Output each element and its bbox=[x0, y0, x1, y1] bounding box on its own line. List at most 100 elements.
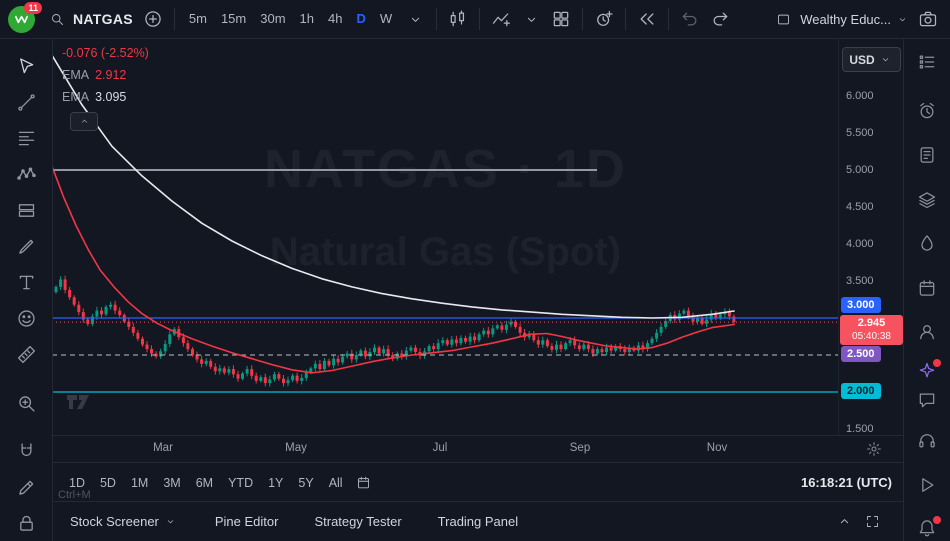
brush-tool-icon[interactable] bbox=[13, 233, 39, 259]
left-toolbar bbox=[0, 38, 53, 541]
lock-tool-icon[interactable] bbox=[13, 510, 39, 536]
compare-add-icon[interactable] bbox=[139, 5, 167, 33]
chart-area: NATGAS · 1D Natural Gas (Spot) -0.076 (-… bbox=[52, 38, 904, 541]
chart-type-icon[interactable] bbox=[444, 5, 472, 33]
panel-maximize-icon[interactable] bbox=[858, 508, 886, 536]
range-6m[interactable]: 6M bbox=[189, 471, 220, 495]
layout-chevron-icon bbox=[894, 11, 910, 27]
divider bbox=[479, 8, 480, 30]
range-5d[interactable]: 5D bbox=[93, 471, 123, 495]
time-axis[interactable]: MarMayJulSepNov bbox=[52, 435, 904, 463]
server-clock[interactable]: 16:18:21 (UTC) bbox=[801, 475, 892, 490]
watchlist-icon[interactable] bbox=[915, 50, 939, 74]
time-tick-mar: Mar bbox=[153, 442, 173, 454]
bottom-panel-tabs: Stock Screener Pine Editor Strategy Tester… bbox=[70, 514, 518, 530]
cursor-tool-icon[interactable] bbox=[13, 53, 39, 79]
divider bbox=[436, 8, 437, 30]
chart-plot[interactable]: NATGAS · 1D Natural Gas (Spot) -0.076 (-… bbox=[52, 38, 839, 435]
support-icon[interactable] bbox=[915, 429, 939, 453]
redo-icon[interactable] bbox=[706, 5, 734, 33]
price-chart[interactable] bbox=[52, 38, 839, 435]
indicator-row[interactable]: EMA3.095 bbox=[62, 90, 149, 104]
time-tick-sep: Sep bbox=[570, 442, 590, 454]
price-tick: 5.500 bbox=[846, 126, 874, 140]
time-tick-nov: Nov bbox=[707, 442, 727, 454]
tab-strategy-tester[interactable]: Strategy Tester bbox=[314, 514, 401, 529]
ai-assistant-icon[interactable] bbox=[915, 359, 939, 383]
screenshot-icon[interactable] bbox=[914, 5, 942, 33]
notification-badge: 11 bbox=[24, 2, 42, 15]
range-5y[interactable]: 5Y bbox=[291, 471, 320, 495]
create-alert-icon[interactable] bbox=[590, 5, 618, 33]
hotlists-icon[interactable] bbox=[915, 231, 939, 255]
interval-30m[interactable]: 30m bbox=[253, 6, 292, 32]
interval-1h[interactable]: 1h bbox=[293, 6, 321, 32]
divider bbox=[582, 8, 583, 30]
range-all[interactable]: All bbox=[322, 471, 350, 495]
tab-trading-panel[interactable]: Trading Panel bbox=[438, 514, 518, 529]
currency-label: USD bbox=[849, 53, 874, 67]
price-tick: 4.500 bbox=[846, 200, 874, 214]
multichart-layout-icon[interactable] bbox=[547, 5, 575, 33]
zoom-tool-icon[interactable] bbox=[13, 390, 39, 416]
currency-toggle[interactable]: USD bbox=[842, 47, 901, 72]
divider bbox=[668, 8, 669, 30]
magnet-tool-icon[interactable] bbox=[13, 438, 39, 464]
interval-W[interactable]: W bbox=[373, 6, 399, 32]
indicators-chevron-icon[interactable] bbox=[517, 5, 545, 33]
panel-expand-icon[interactable] bbox=[830, 508, 858, 536]
interval-5m[interactable]: 5m bbox=[182, 6, 214, 32]
indicator-rows: EMA2.912 EMA3.095 bbox=[62, 68, 149, 104]
range-ytd[interactable]: YTD bbox=[221, 471, 260, 495]
interval-D[interactable]: D bbox=[349, 6, 372, 32]
chat-icon[interactable] bbox=[915, 388, 939, 412]
undo-icon[interactable] bbox=[676, 5, 704, 33]
range-1m[interactable]: 1M bbox=[124, 471, 155, 495]
layout-name: Wealthy Educ... bbox=[800, 12, 891, 27]
top-toolbar: 11 NATGAS 5m15m30m1h4hDW Wealthy Educ... bbox=[0, 0, 950, 39]
app-logo[interactable]: 11 bbox=[8, 6, 35, 33]
range-1d[interactable]: 1D bbox=[62, 471, 92, 495]
indicator-row[interactable]: EMA2.912 bbox=[62, 68, 149, 82]
calendar-icon[interactable] bbox=[915, 276, 939, 300]
current-price-label: 2.94505:40:38 bbox=[840, 315, 903, 345]
alerts-icon[interactable] bbox=[915, 99, 939, 123]
symbol-name: NATGAS bbox=[73, 11, 133, 27]
axis-settings-gear-icon[interactable] bbox=[866, 441, 882, 457]
ideas-icon[interactable] bbox=[915, 320, 939, 344]
trend-line-tool-icon[interactable] bbox=[13, 89, 39, 115]
bar-replay-icon[interactable] bbox=[633, 5, 661, 33]
notifications-icon[interactable] bbox=[915, 516, 939, 540]
draw-tool-icon[interactable] bbox=[13, 474, 39, 500]
interval-15m[interactable]: 15m bbox=[214, 6, 253, 32]
tab-pine-editor[interactable]: Pine Editor bbox=[215, 514, 279, 529]
ruler-tool-icon[interactable] bbox=[13, 341, 39, 367]
tradingview-watermark-logo bbox=[66, 393, 100, 416]
symbol-search[interactable]: NATGAS bbox=[43, 5, 137, 33]
replay-play-icon[interactable] bbox=[915, 473, 939, 497]
text-tool-icon[interactable] bbox=[13, 269, 39, 295]
tab-stock-screener[interactable]: Stock Screener bbox=[70, 514, 179, 530]
emoji-tool-icon[interactable] bbox=[13, 305, 39, 331]
object-tree-icon[interactable] bbox=[915, 188, 939, 212]
interval-4h[interactable]: 4h bbox=[321, 6, 349, 32]
indicators-icon[interactable] bbox=[487, 5, 515, 33]
interval-menu-chevron-icon[interactable] bbox=[401, 5, 429, 33]
price-axis[interactable]: USD 6.0005.5005.0004.5004.0003.5001.5003… bbox=[838, 38, 904, 435]
range-1y[interactable]: 1Y bbox=[261, 471, 290, 495]
fib-retracement-tool-icon[interactable] bbox=[13, 125, 39, 151]
range-toolbar: 1D5D1M3M6MYTD1Y5YAll 16:18:21 (UTC) bbox=[52, 462, 904, 502]
legend-collapse-button[interactable] bbox=[70, 112, 98, 131]
position-tool-icon[interactable] bbox=[13, 197, 39, 223]
alert-dot bbox=[931, 514, 943, 526]
go-to-date-icon[interactable] bbox=[350, 469, 378, 497]
layout-menu[interactable]: Wealthy Educ... bbox=[769, 5, 910, 33]
price-tick: 5.000 bbox=[846, 163, 874, 177]
price-label-2500: 2.500 bbox=[841, 346, 881, 362]
currency-chevron-icon bbox=[878, 52, 894, 68]
bottom-panel-bar: Stock Screener Pine Editor Strategy Tester… bbox=[52, 501, 904, 541]
data-window-icon[interactable] bbox=[915, 143, 939, 167]
range-3m[interactable]: 3M bbox=[156, 471, 187, 495]
right-toolbar bbox=[903, 38, 950, 541]
pattern-tool-icon[interactable] bbox=[13, 161, 39, 187]
